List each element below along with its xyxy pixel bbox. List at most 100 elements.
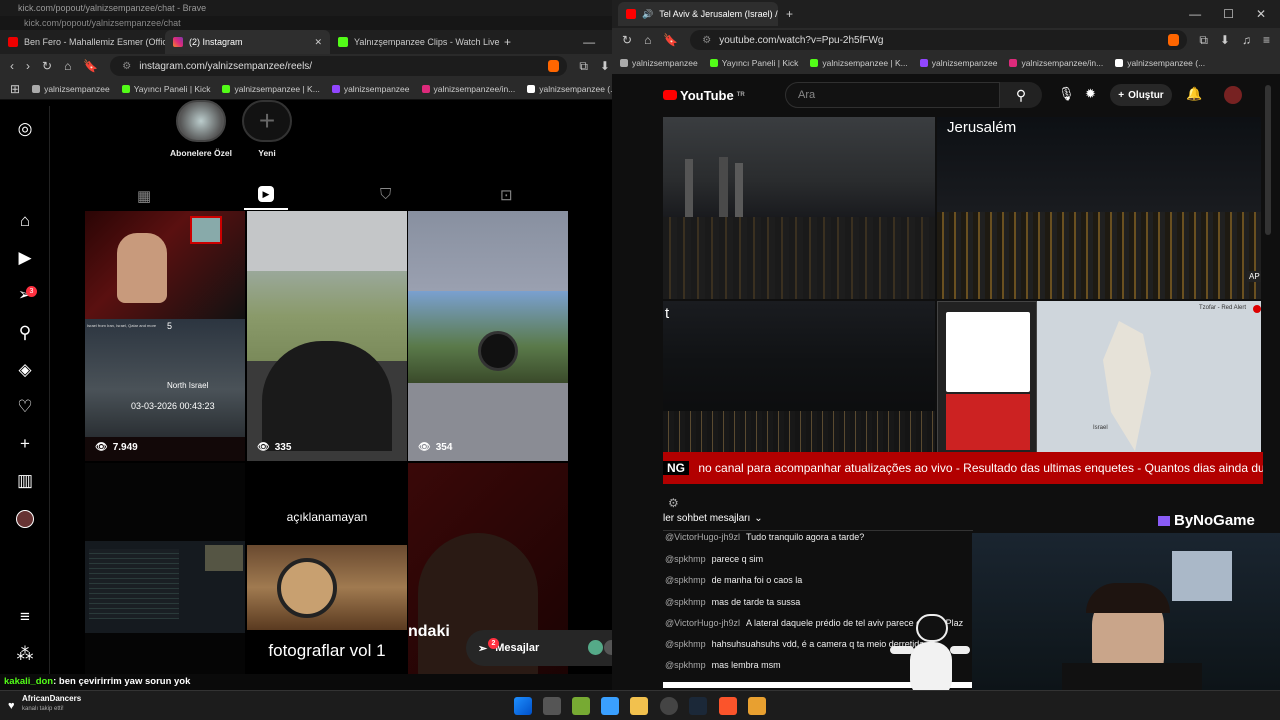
instagram-logo-icon[interactable]: ◎ xyxy=(14,118,36,140)
video-panel-jerusalem[interactable]: Jerusalém AP xyxy=(937,117,1261,299)
youtube-logo[interactable]: YouTube TR xyxy=(663,82,745,108)
minimize-icon[interactable]: — xyxy=(1189,7,1201,21)
home-icon[interactable]: ⌂ xyxy=(64,59,71,73)
new-highlight-icon[interactable]: + xyxy=(242,100,292,142)
reels-icon[interactable]: ▶ xyxy=(14,247,36,269)
streamer-shirt xyxy=(1062,663,1202,690)
right-scrollbar-thumb[interactable] xyxy=(1265,85,1271,235)
explore-icon[interactable]: ◈ xyxy=(14,359,36,381)
reels-tab-icon[interactable]: ▶ xyxy=(258,186,274,202)
bookmark-item[interactable]: Yayıncı Paneli | Kick xyxy=(709,58,798,68)
reel-thumbnail[interactable]: açıklanamayan fotograflar vol 1 xyxy=(247,463,407,688)
media-icon[interactable]: ♫ xyxy=(1242,33,1251,47)
tagged-icon[interactable]: ⊡ xyxy=(500,186,513,204)
reel-thumbnail[interactable]: 👁 354 xyxy=(408,211,568,461)
profile-avatar[interactable] xyxy=(16,510,34,528)
photos-icon[interactable] xyxy=(601,697,619,715)
new-tab-icon[interactable]: + xyxy=(504,35,511,49)
apps-icon[interactable]: ⊞ xyxy=(10,82,20,96)
posts-grid-icon[interactable]: ▦ xyxy=(137,187,151,205)
tab-kick-clips[interactable]: Yalnızşempanzee Clips - Watch Live ... xyxy=(330,30,500,54)
steam-icon[interactable] xyxy=(689,697,707,715)
download-icon[interactable]: ⬇ xyxy=(1220,33,1230,47)
right-address-bar: ↻ ⌂ 🔖 ⚙ youtube.com/watch?v=Ppu-2h5fFWg … xyxy=(612,28,1280,52)
reel-thumbnail[interactable]: Israel from Iran, Israel, Qatar and more… xyxy=(85,211,245,461)
bookmark-item[interactable]: yalnizsempanzee (... xyxy=(527,84,617,94)
file-explorer-icon[interactable] xyxy=(630,697,648,715)
video-panel-alert-map[interactable]: Tzofar - Red Alert Israel xyxy=(937,301,1261,453)
video-panel-night[interactable]: t xyxy=(663,301,935,453)
bookmark-item[interactable]: yalnizsempanzee xyxy=(919,58,997,68)
url-field[interactable]: ⚙ instagram.com/yalnizsempanzee/reels/ xyxy=(110,56,568,76)
notifications-bell-icon[interactable]: 🔔 xyxy=(1186,86,1202,102)
microphone-icon[interactable]: 🎙 xyxy=(1058,86,1075,102)
highlight-abonelere-ozel[interactable] xyxy=(176,100,226,142)
bookmark-item[interactable]: yalnizsempanzee xyxy=(331,84,410,94)
bookmark-item[interactable]: yalnizsempanzee xyxy=(620,58,698,68)
insights-icon[interactable]: ▥ xyxy=(14,470,36,492)
brave-shields-icon[interactable] xyxy=(1168,34,1180,46)
snipping-tool-icon[interactable] xyxy=(572,697,590,715)
bynogame-logo-icon xyxy=(1158,515,1170,526)
obs-icon[interactable] xyxy=(660,697,678,715)
task-view-icon[interactable] xyxy=(543,697,561,715)
reload-icon[interactable]: ↻ xyxy=(622,33,632,47)
extension-icon[interactable]: ✹ xyxy=(1085,86,1096,102)
create-icon[interactable]: + xyxy=(14,433,36,455)
back-icon[interactable]: ‹ xyxy=(10,59,14,73)
app-icon[interactable] xyxy=(748,697,766,715)
search-icon[interactable]: ⚲ xyxy=(14,322,36,344)
home-icon[interactable]: ⌂ xyxy=(644,33,651,47)
reel-thumbnail[interactable] xyxy=(85,463,245,688)
site-info-icon[interactable]: ⚙ xyxy=(122,61,131,72)
new-tab-icon[interactable]: + xyxy=(786,7,793,21)
search-icon[interactable]: ⚲ xyxy=(1000,82,1042,108)
heart-icon[interactable]: ♡ xyxy=(14,396,36,418)
forward-icon[interactable]: › xyxy=(26,59,30,73)
bookmark-icon[interactable]: 🔖 xyxy=(83,59,98,73)
bookmark-item[interactable]: yalnizsempanzee/in... xyxy=(421,84,515,94)
video-panel-tel-aviv[interactable] xyxy=(663,117,935,299)
tab-youtube-live[interactable]: 🔊 Tel Aviv & Jerusalem (Israel) / ✕ xyxy=(618,2,778,26)
windows-start-icon[interactable] xyxy=(514,697,532,715)
close-tab-icon[interactable]: ✕ xyxy=(314,37,322,48)
extensions-icon[interactable]: ⧉ xyxy=(579,59,588,74)
bookmark-item[interactable]: Yayıncı Paneli | Kick xyxy=(121,84,210,94)
avatar xyxy=(588,640,603,655)
create-button[interactable]: + Oluştur xyxy=(1110,84,1172,106)
messages-pill[interactable]: ➢ 2 Mesajlar xyxy=(466,630,630,666)
youtube-search-input[interactable]: Ara xyxy=(785,82,1000,108)
bookmark-item[interactable]: yalnizsempanzee | K... xyxy=(222,84,320,94)
alert-settings xyxy=(946,312,1030,392)
home-icon[interactable]: ⌂ xyxy=(14,210,36,232)
meta-icon[interactable]: ⁂ xyxy=(14,643,36,665)
saved-icon[interactable]: ⛉ xyxy=(380,186,391,203)
account-avatar[interactable] xyxy=(1224,86,1242,104)
tab-ben-fero[interactable]: Ben Fero - Mahallemiz Esmer (Offici... xyxy=(0,30,165,54)
reel-text-lines xyxy=(89,549,179,619)
tab-instagram[interactable]: (2) Instagram ✕ xyxy=(165,30,330,54)
bookmark-icon[interactable]: 🔖 xyxy=(663,33,678,47)
settings-gear-icon[interactable]: ⚙ xyxy=(668,496,679,510)
minimize-icon[interactable]: — xyxy=(583,35,595,49)
maximize-icon[interactable]: ☐ xyxy=(1223,7,1234,21)
reel-thumbnail[interactable]: 👁 335 xyxy=(247,211,407,461)
bookmark-item[interactable]: yalnizsempanzee | K... xyxy=(810,58,908,68)
more-menu-icon[interactable]: ≡ xyxy=(14,606,36,628)
extensions-icon[interactable]: ⧉ xyxy=(1199,33,1208,48)
brave-shields-icon[interactable] xyxy=(548,60,560,72)
download-icon[interactable]: ⬇ xyxy=(600,59,610,73)
site-info-icon[interactable]: ⚙ xyxy=(702,35,711,46)
kick-popout-url: kick.com/popout/yalnizsempanzee/chat xyxy=(0,16,612,30)
chat-mode-dropdown[interactable]: ler sohbet mesajları ⌄ xyxy=(663,513,763,524)
instagram-icon xyxy=(173,37,183,47)
url-field[interactable]: ⚙ youtube.com/watch?v=Ppu-2h5fFWg xyxy=(690,30,1188,50)
reload-icon[interactable]: ↻ xyxy=(42,59,52,73)
menu-icon[interactable]: ≡ xyxy=(1263,33,1270,47)
brave-browser-icon[interactable] xyxy=(719,697,737,715)
bookmark-item[interactable]: yalnizsempanzee (... xyxy=(1115,58,1205,68)
bookmark-item[interactable]: yalnizsempanzee xyxy=(32,84,110,94)
close-window-icon[interactable]: ✕ xyxy=(1256,7,1266,21)
youtube-icon xyxy=(8,37,18,47)
bookmark-item[interactable]: yalnizsempanzee/in... xyxy=(1009,58,1103,68)
